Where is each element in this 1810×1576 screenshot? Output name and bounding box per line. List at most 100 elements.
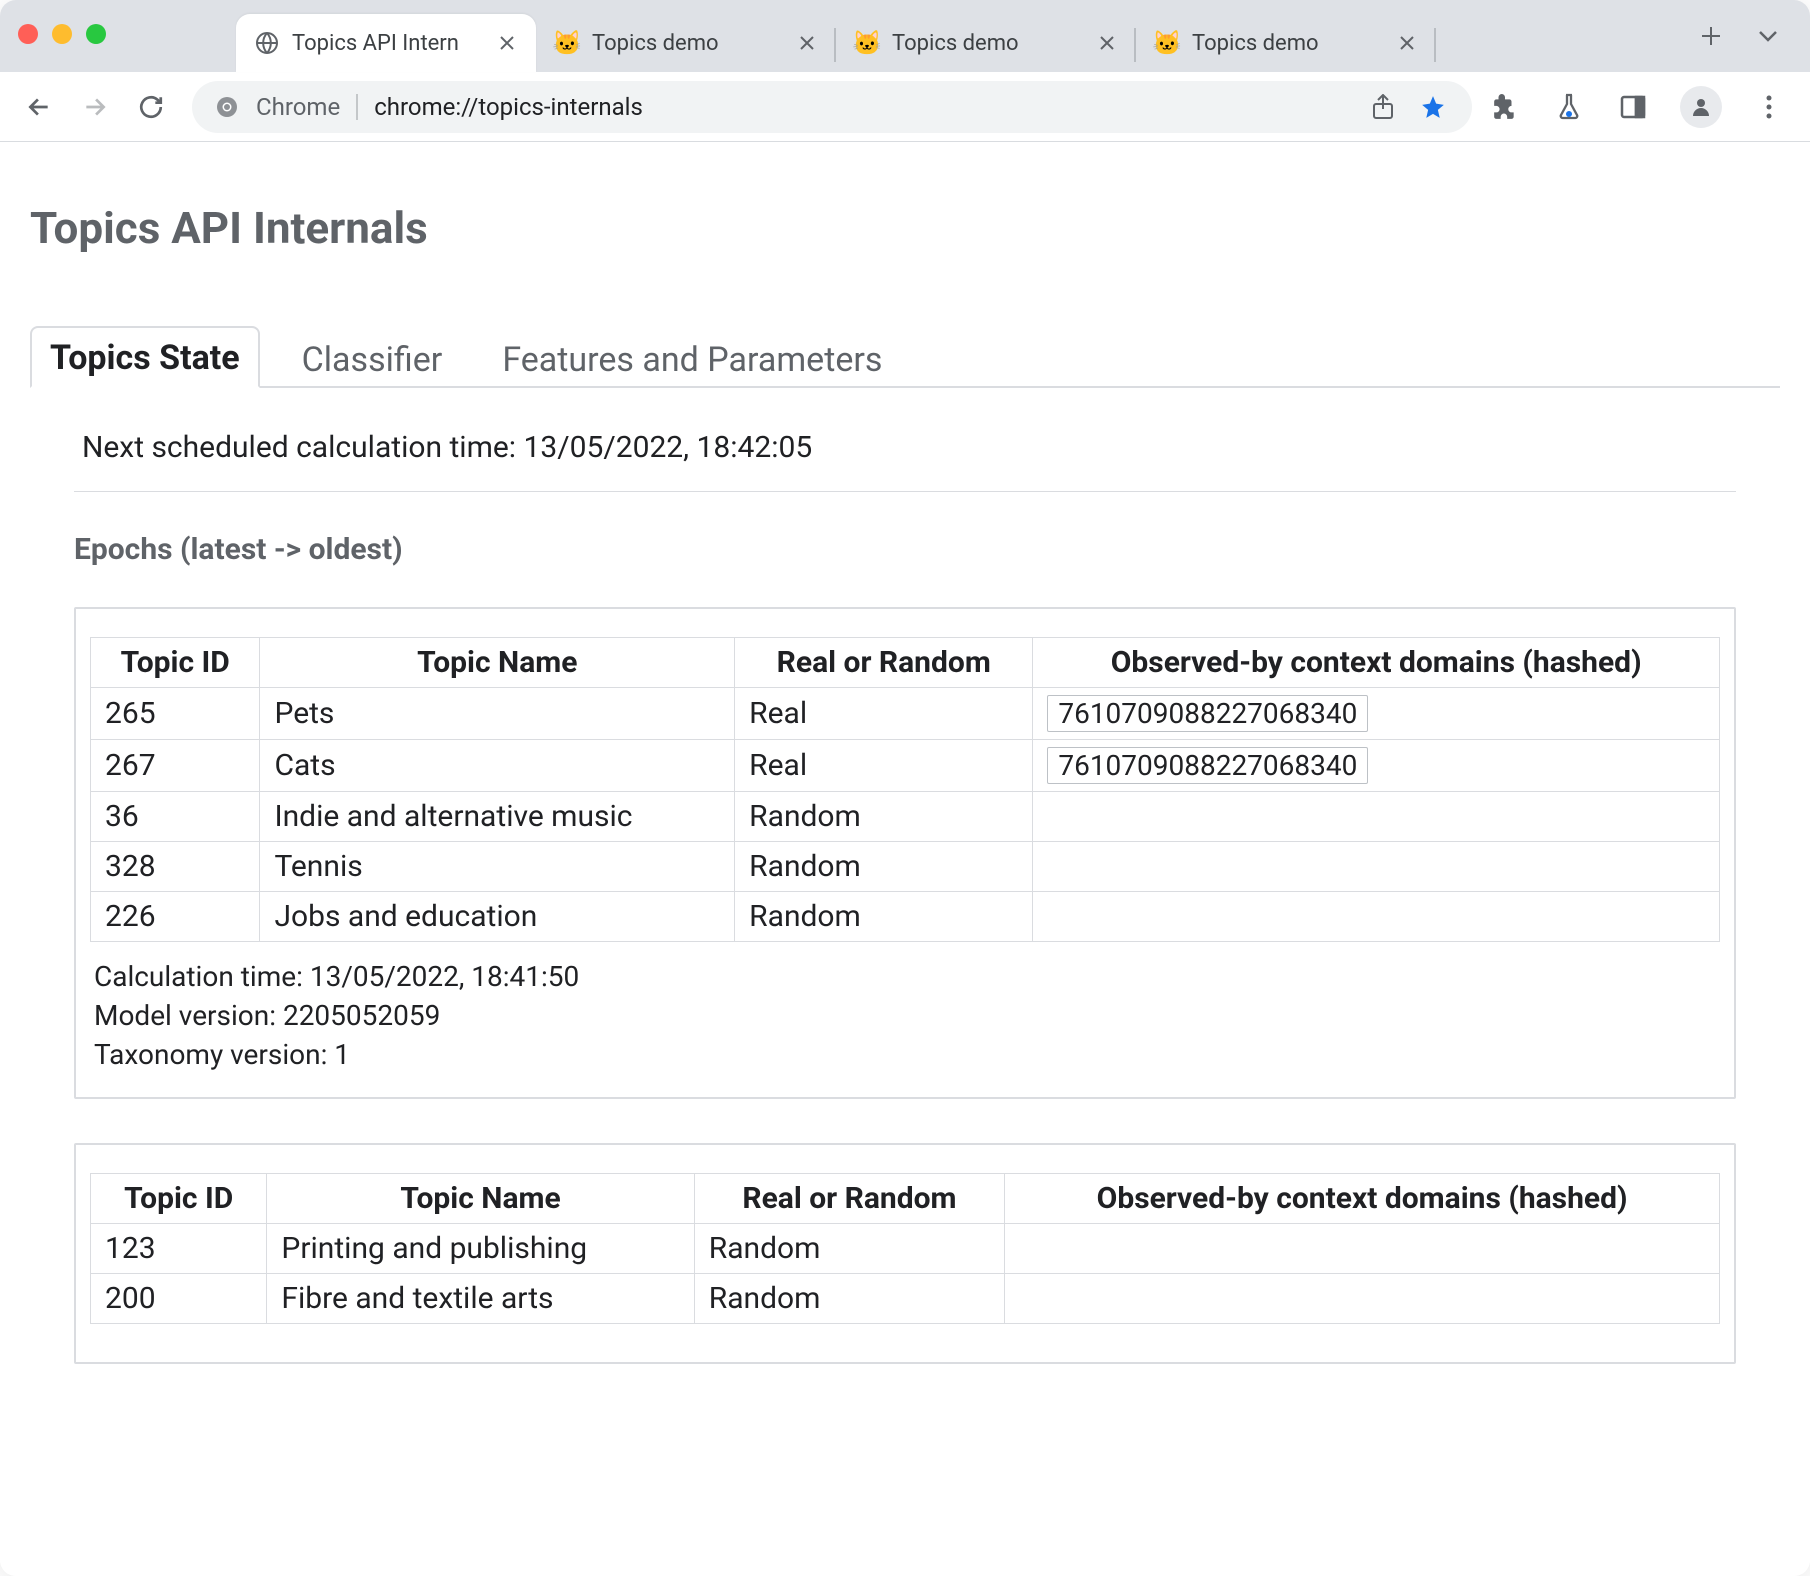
browser-tab-strip: Topics API Intern 🐱 Topics demo 🐱 Topics…	[0, 0, 1810, 72]
side-panel-icon[interactable]	[1616, 90, 1650, 124]
calc-time: Calculation time: 13/05/2022, 18:41:50	[94, 960, 1716, 993]
th-topic-name: Topic Name	[260, 638, 735, 688]
forward-button[interactable]	[70, 82, 120, 132]
cell-topic-id: 123	[91, 1224, 267, 1274]
extensions-icon[interactable]	[1488, 90, 1522, 124]
next-calc-value: 13/05/2022, 18:42:05	[524, 430, 813, 465]
table-row: 328TennisRandom	[91, 842, 1720, 892]
window-close-button[interactable]	[18, 24, 38, 44]
cell-topic-id: 36	[91, 792, 260, 842]
reload-button[interactable]	[126, 82, 176, 132]
cat-icon: 🐱	[1154, 30, 1180, 56]
cell-observed-domains	[1033, 792, 1720, 842]
divider	[74, 491, 1736, 492]
cell-real-random: Real	[735, 688, 1033, 740]
address-bar[interactable]: Chrome chrome://topics-internals	[192, 81, 1472, 133]
browser-tab-title: Topics demo	[1192, 31, 1384, 56]
browser-tab-title: Topics demo	[892, 31, 1084, 56]
cell-topic-name: Cats	[260, 740, 735, 792]
next-calculation-time: Next scheduled calculation time: 13/05/2…	[82, 430, 1728, 465]
cell-topic-id: 328	[91, 842, 260, 892]
table-row: 123Printing and publishingRandom	[91, 1224, 1720, 1274]
divider	[356, 94, 358, 120]
globe-icon	[254, 30, 280, 56]
hash-value: 7610709088227068340	[1047, 695, 1368, 732]
th-topic-id: Topic ID	[91, 638, 260, 688]
cell-topic-name: Printing and publishing	[267, 1224, 694, 1274]
th-topic-name: Topic Name	[267, 1174, 694, 1224]
page-tabs: Topics State Classifier Features and Par…	[30, 310, 1780, 388]
epoch-box: Topic ID Topic Name Real or Random Obser…	[74, 1143, 1736, 1364]
tab-topics-state[interactable]: Topics State	[30, 326, 260, 388]
cell-topic-name: Jobs and education	[260, 892, 735, 942]
table-header-row: Topic ID Topic Name Real or Random Obser…	[91, 1174, 1720, 1224]
chrome-icon	[214, 94, 240, 120]
tab-features-parameters[interactable]: Features and Parameters	[484, 330, 900, 388]
menu-icon[interactable]	[1752, 90, 1786, 124]
browser-tab-active[interactable]: Topics API Intern	[236, 14, 536, 72]
close-icon[interactable]	[1096, 32, 1118, 54]
close-icon[interactable]	[496, 32, 518, 54]
cell-topic-name: Pets	[260, 688, 735, 740]
table-row: 36Indie and alternative musicRandom	[91, 792, 1720, 842]
labs-icon[interactable]	[1552, 90, 1586, 124]
cell-real-random: Random	[694, 1224, 1004, 1274]
cell-observed-domains: 7610709088227068340	[1033, 688, 1720, 740]
th-observed-domains: Observed-by context domains (hashed)	[1033, 638, 1720, 688]
browser-tab[interactable]: 🐱 Topics demo	[1136, 14, 1436, 72]
close-icon[interactable]	[796, 32, 818, 54]
table-row: 267CatsReal 7610709088227068340	[91, 740, 1720, 792]
cell-topic-name: Indie and alternative music	[260, 792, 735, 842]
cell-topic-id: 265	[91, 688, 260, 740]
cell-topic-id: 200	[91, 1274, 267, 1324]
table-row: 265PetsReal 7610709088227068340	[91, 688, 1720, 740]
share-icon[interactable]	[1366, 90, 1400, 124]
cat-icon: 🐱	[554, 30, 580, 56]
table-row: 226Jobs and educationRandom	[91, 892, 1720, 942]
cell-real-random: Random	[694, 1274, 1004, 1324]
cell-observed-domains: 7610709088227068340	[1033, 740, 1720, 792]
cell-topic-name: Tennis	[260, 842, 735, 892]
page-title: Topics API Internals	[30, 202, 1780, 254]
close-icon[interactable]	[1396, 32, 1418, 54]
browser-toolbar: Chrome chrome://topics-internals	[0, 72, 1810, 142]
window-maximize-button[interactable]	[86, 24, 106, 44]
url-path: chrome://topics-internals	[374, 93, 1350, 121]
taxonomy-version: Taxonomy version: 1	[94, 1038, 1716, 1071]
epoch-table: Topic ID Topic Name Real or Random Obser…	[90, 1173, 1720, 1324]
cell-topic-name: Fibre and textile arts	[267, 1274, 694, 1324]
epoch-box: Topic ID Topic Name Real or Random Obser…	[74, 607, 1736, 1099]
tab-list-dropdown[interactable]	[1758, 30, 1778, 42]
cell-topic-id: 226	[91, 892, 260, 942]
next-calc-label: Next scheduled calculation time:	[82, 430, 524, 465]
th-real-random: Real or Random	[735, 638, 1033, 688]
epoch-table: Topic ID Topic Name Real or Random Obser…	[90, 637, 1720, 942]
profile-avatar[interactable]	[1680, 86, 1722, 128]
cell-real-random: Random	[735, 792, 1033, 842]
browser-tab[interactable]: 🐱 Topics demo	[836, 14, 1136, 72]
hash-value: 7610709088227068340	[1047, 747, 1368, 784]
tab-classifier[interactable]: Classifier	[284, 330, 461, 388]
browser-tab[interactable]: 🐱 Topics demo	[536, 14, 836, 72]
cell-observed-domains	[1005, 1274, 1720, 1324]
bookmark-star-icon[interactable]	[1416, 90, 1450, 124]
cell-topic-id: 267	[91, 740, 260, 792]
window-controls	[18, 24, 106, 44]
cell-observed-domains	[1033, 842, 1720, 892]
th-observed-domains: Observed-by context domains (hashed)	[1005, 1174, 1720, 1224]
url-origin: Chrome	[256, 93, 340, 121]
browser-tab-title: Topics API Intern	[292, 31, 484, 56]
cell-real-random: Random	[735, 842, 1033, 892]
cell-real-random: Real	[735, 740, 1033, 792]
browser-tab-title: Topics demo	[592, 31, 784, 56]
epochs-heading: Epochs (latest -> oldest)	[74, 532, 1736, 567]
cell-observed-domains	[1033, 892, 1720, 942]
back-button[interactable]	[14, 82, 64, 132]
cell-real-random: Random	[735, 892, 1033, 942]
cat-icon: 🐱	[854, 30, 880, 56]
model-version: Model version: 2205052059	[94, 999, 1716, 1032]
new-tab-button[interactable]	[1692, 25, 1730, 47]
page-content: Topics API Internals Topics State Classi…	[0, 142, 1810, 1576]
th-real-random: Real or Random	[694, 1174, 1004, 1224]
window-minimize-button[interactable]	[52, 24, 72, 44]
